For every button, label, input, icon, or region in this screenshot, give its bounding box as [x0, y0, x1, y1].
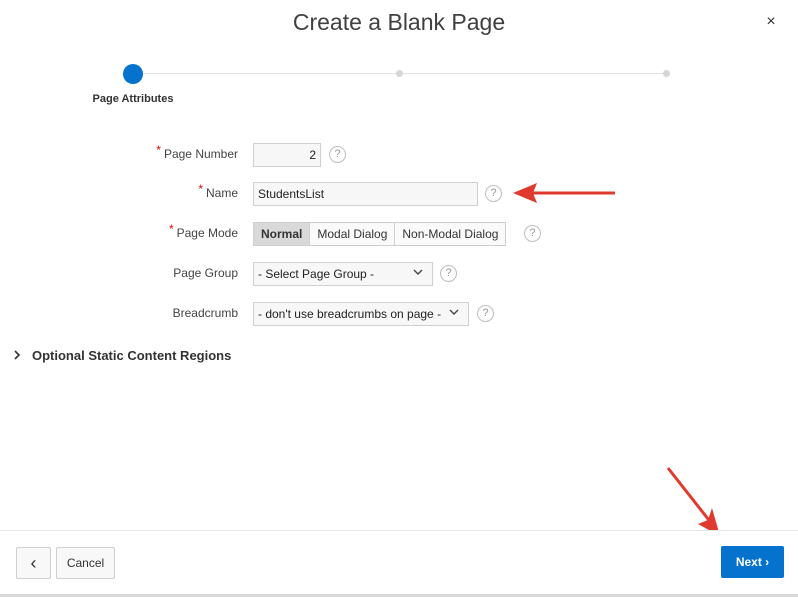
page-group-label: Page Group	[173, 266, 238, 280]
back-button[interactable]: ‹	[16, 547, 51, 579]
page-number-help-icon[interactable]: ?	[329, 146, 346, 163]
dialog-footer: ‹ Cancel Next ›	[0, 530, 798, 597]
chevron-right-icon: ›	[765, 555, 770, 569]
page-mode-help-icon[interactable]: ?	[524, 225, 541, 242]
breadcrumb-select[interactable]: - don't use breadcrumbs on page -	[253, 302, 469, 326]
page-number-row: * Page Number 2 ?	[0, 143, 798, 167]
required-marker: *	[198, 182, 203, 196]
create-page-dialog: Create a Blank Page × Page Attributes * P…	[0, 0, 798, 597]
wizard-step-active-indicator	[123, 64, 143, 84]
optional-static-content-regions-label: Optional Static Content Regions	[32, 348, 232, 363]
page-group-selected-value: - Select Page Group -	[258, 267, 375, 281]
name-row: * Name StudentsList ?	[0, 182, 798, 206]
page-number-label: * Page Number	[156, 143, 238, 161]
close-icon[interactable]: ×	[763, 14, 779, 30]
next-button[interactable]: Next ›	[721, 546, 784, 578]
wizard-step-3-indicator	[663, 70, 670, 77]
name-input[interactable]: StudentsList	[253, 182, 478, 206]
wizard-step-label: Page Attributes	[92, 93, 174, 105]
page-mode-label: * Page Mode	[168, 222, 238, 240]
chevron-down-icon	[412, 266, 424, 281]
optional-static-content-regions-toggle[interactable]: Optional Static Content Regions	[12, 348, 231, 363]
page-mode-non-modal-dialog-option[interactable]: Non-Modal Dialog	[395, 223, 506, 245]
next-button-label: Next	[735, 555, 762, 569]
page-mode-segmented-control: Normal Modal Dialog Non-Modal Dialog	[253, 222, 507, 246]
required-marker: *	[156, 143, 161, 157]
page-group-help-icon[interactable]: ?	[440, 265, 457, 282]
annotation-arrow-name	[513, 183, 615, 203]
required-marker: *	[168, 222, 174, 236]
page-group-select[interactable]: - Select Page Group -	[253, 262, 433, 286]
cancel-button[interactable]: Cancel	[56, 547, 115, 579]
page-mode-normal-option[interactable]: Normal	[254, 223, 311, 245]
page-number-input[interactable]: 2	[253, 143, 321, 167]
page-mode-row: * Page Mode Normal Modal Dialog Non-Modal…	[0, 222, 798, 246]
breadcrumb-row: Breadcrumb - don't use breadcrumbs on pa…	[0, 302, 798, 326]
chevron-down-icon	[448, 306, 460, 321]
breadcrumb-label: Breadcrumb	[172, 306, 238, 320]
name-label: * Name	[198, 182, 238, 200]
breadcrumb-help-icon[interactable]: ?	[477, 305, 494, 322]
chevron-right-icon	[12, 349, 24, 363]
dialog-title: Create a Blank Page	[292, 9, 506, 35]
page-group-row: Page Group - Select Page Group - ?	[0, 262, 798, 286]
chevron-left-icon: ‹	[30, 553, 37, 573]
name-help-icon[interactable]: ?	[485, 185, 502, 202]
wizard-step-2-indicator	[396, 70, 403, 77]
breadcrumb-selected-value: - don't use breadcrumbs on page -	[258, 307, 442, 321]
page-mode-modal-dialog-option[interactable]: Modal Dialog	[310, 223, 396, 245]
